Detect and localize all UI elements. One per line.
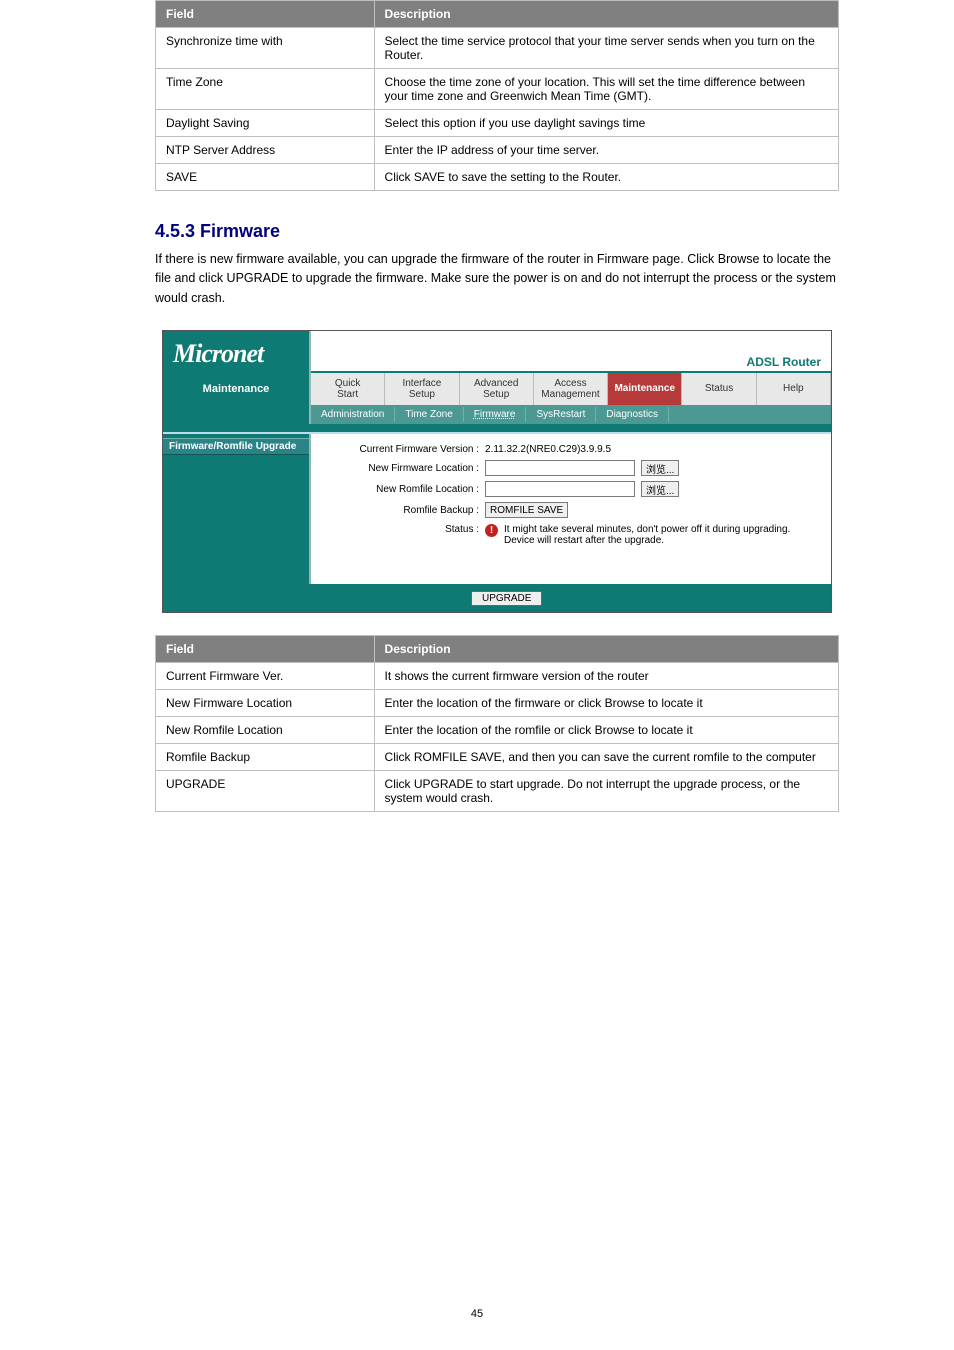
new-romfile-input[interactable] xyxy=(485,481,635,497)
tab-maintenance[interactable]: Maintenance xyxy=(608,373,682,405)
desc-cell: Click SAVE to save the setting to the Ro… xyxy=(374,164,838,191)
subtab-administration[interactable]: Administration xyxy=(311,407,395,422)
table-row: UPGRADEClick UPGRADE to start upgrade. D… xyxy=(156,771,839,812)
info-icon: ! xyxy=(485,524,498,537)
field-cell: Romfile Backup xyxy=(156,744,375,771)
table-row: Time ZoneChoose the time zone of your lo… xyxy=(156,69,839,110)
tab-advanced-setup[interactable]: AdvancedSetup xyxy=(460,373,534,405)
device-brand: ADSL Router xyxy=(311,331,831,373)
subtab-sysrestart[interactable]: SysRestart xyxy=(526,407,596,422)
table-header-description: Description xyxy=(374,1,838,28)
table-row: Current Firmware Ver.It shows the curren… xyxy=(156,663,839,690)
desc-cell: Choose the time zone of your location. T… xyxy=(374,69,838,110)
romfile-save-button[interactable]: ROMFILE SAVE xyxy=(485,502,568,518)
content-main: Current Firmware Version : 2.11.32.2(NRE… xyxy=(311,434,831,584)
upgrade-bar: UPGRADE xyxy=(163,584,831,612)
table-row: SAVEClick SAVE to save the setting to th… xyxy=(156,164,839,191)
tab-status[interactable]: Status xyxy=(682,373,756,405)
brand-logo-cell: Micronet xyxy=(163,331,311,373)
field-cell: Synchronize time with xyxy=(156,28,375,69)
desc-cell: Click UPGRADE to start upgrade. Do not i… xyxy=(374,771,838,812)
tab-access-management[interactable]: AccessManagement xyxy=(534,373,608,405)
current-firmware-label: Current Firmware Version : xyxy=(325,444,485,455)
subtab-firmware[interactable]: Firmware xyxy=(464,407,527,422)
side-spacer xyxy=(163,405,311,424)
sidebar-section-header: Firmware/Romfile Upgrade xyxy=(163,438,309,455)
time-settings-table: Field Description Synchronize time withS… xyxy=(155,0,839,191)
subtab-time-zone[interactable]: Time Zone xyxy=(395,407,463,422)
firmware-table: Field Description Current Firmware Ver.I… xyxy=(155,635,839,812)
field-cell: SAVE xyxy=(156,164,375,191)
content-sidebar: Firmware/Romfile Upgrade xyxy=(163,434,311,584)
section-title: 4.5.3 Firmware xyxy=(155,221,839,242)
browse-romfile-button[interactable]: 浏览... xyxy=(641,481,679,497)
field-cell: New Firmware Location xyxy=(156,690,375,717)
desc-cell: Enter the location of the firmware or cl… xyxy=(374,690,838,717)
tab-quick-start[interactable]: QuickStart xyxy=(311,373,385,405)
field-cell: Time Zone xyxy=(156,69,375,110)
table-row: Synchronize time withSelect the time ser… xyxy=(156,28,839,69)
main-tabs: QuickStartInterfaceSetupAdvancedSetupAcc… xyxy=(311,373,831,405)
new-firmware-label: New Firmware Location : xyxy=(325,463,485,474)
desc-cell: Enter the location of the romfile or cli… xyxy=(374,717,838,744)
upgrade-button[interactable]: UPGRADE xyxy=(471,591,542,606)
browse-firmware-button[interactable]: 浏览... xyxy=(641,460,679,476)
desc-cell: It shows the current firmware version of… xyxy=(374,663,838,690)
status-message: It might take several minutes, don't pow… xyxy=(504,524,817,546)
field-cell: Daylight Saving xyxy=(156,110,375,137)
table-header-field: Field xyxy=(156,636,375,663)
firmware-screenshot: Micronet ADSL Router Maintenance QuickSt… xyxy=(162,330,832,613)
separator-bar xyxy=(163,424,831,434)
desc-cell: Select the time service protocol that yo… xyxy=(374,28,838,69)
brand-logo: Micronet xyxy=(173,339,263,368)
new-firmware-input[interactable] xyxy=(485,460,635,476)
table-header-field: Field xyxy=(156,1,375,28)
field-cell: UPGRADE xyxy=(156,771,375,812)
new-romfile-label: New Romfile Location : xyxy=(325,484,485,495)
table-row: Daylight SavingSelect this option if you… xyxy=(156,110,839,137)
desc-cell: Select this option if you use daylight s… xyxy=(374,110,838,137)
desc-cell: Click ROMFILE SAVE, and then you can sav… xyxy=(374,744,838,771)
romfile-backup-label: Romfile Backup : xyxy=(325,505,485,516)
tab-help[interactable]: Help xyxy=(757,373,831,405)
table-row: New Romfile LocationEnter the location o… xyxy=(156,717,839,744)
status-label: Status : xyxy=(325,524,485,546)
desc-cell: Enter the IP address of your time server… xyxy=(374,137,838,164)
current-firmware-value: 2.11.32.2(NRE0.C29)3.9.9.5 xyxy=(485,444,817,455)
side-label: Maintenance xyxy=(163,373,311,405)
section-paragraph: If there is new firmware available, you … xyxy=(155,250,839,308)
page-number: 45 xyxy=(0,1308,954,1320)
table-row: Romfile BackupClick ROMFILE SAVE, and th… xyxy=(156,744,839,771)
field-cell: NTP Server Address xyxy=(156,137,375,164)
sub-tabs: AdministrationTime ZoneFirmwareSysRestar… xyxy=(311,405,831,424)
field-cell: Current Firmware Ver. xyxy=(156,663,375,690)
subtab-diagnostics[interactable]: Diagnostics xyxy=(596,407,669,422)
table-row: NTP Server AddressEnter the IP address o… xyxy=(156,137,839,164)
tab-interface-setup[interactable]: InterfaceSetup xyxy=(385,373,459,405)
field-cell: New Romfile Location xyxy=(156,717,375,744)
table-row: New Firmware LocationEnter the location … xyxy=(156,690,839,717)
table-header-description: Description xyxy=(374,636,838,663)
